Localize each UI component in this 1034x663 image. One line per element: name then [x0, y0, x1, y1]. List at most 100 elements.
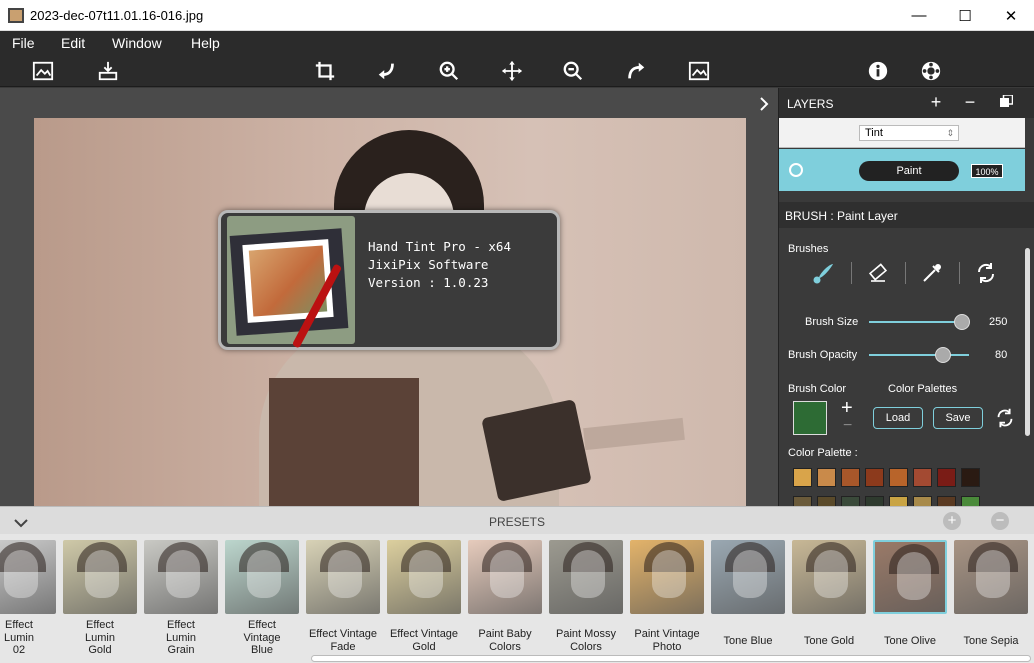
- presets-scrollbar[interactable]: [312, 656, 1030, 661]
- title-bar: 2023-dec-07t11.01.16-016.jpg — ☐ ✕: [0, 0, 1034, 31]
- preset-thumbnail[interactable]: [630, 540, 704, 614]
- layer-opacity[interactable]: 100%: [971, 164, 1003, 178]
- add-preset-button[interactable]: +: [943, 512, 961, 530]
- save-image-icon[interactable]: [95, 59, 121, 83]
- layer-visibility-radio[interactable]: [789, 163, 803, 177]
- app-logo: [227, 216, 355, 349]
- preset-label: Effect Vintage Gold: [389, 628, 459, 653]
- preset-thumbnail[interactable]: [873, 540, 947, 614]
- redo-icon[interactable]: [623, 59, 649, 83]
- brush-opacity-value: 80: [995, 349, 1008, 361]
- layer-row-paint[interactable]: Paint 100%: [779, 149, 1025, 191]
- preset-thumbnail[interactable]: [549, 540, 623, 614]
- palette-color-chip[interactable]: [913, 468, 932, 487]
- brushes-label: Brushes: [788, 243, 829, 255]
- preset-thumbnail[interactable]: [954, 540, 1028, 614]
- preset-thumbnail[interactable]: [468, 540, 542, 614]
- preset-thumbnail[interactable]: [711, 540, 785, 614]
- preset-item[interactable]: Effect Lumin Grain: [142, 540, 220, 658]
- color-palettes-label: Color Palettes: [888, 383, 958, 395]
- preset-item[interactable]: Paint Mossy Colors: [547, 540, 625, 658]
- brush-header-title: BRUSH : Paint Layer: [785, 209, 898, 223]
- collapse-panel-chevron-icon[interactable]: [754, 96, 774, 112]
- preset-item[interactable]: Tone Sepia: [952, 540, 1030, 658]
- compare-image-icon[interactable]: [686, 59, 712, 83]
- undo-icon[interactable]: [374, 59, 400, 83]
- preset-thumbnail[interactable]: [63, 540, 137, 614]
- menu-help[interactable]: Help: [191, 35, 220, 51]
- preset-item[interactable]: Effect Lumin Gold: [61, 540, 139, 658]
- brush-opacity-label: Brush Opacity: [788, 349, 858, 361]
- reset-brush-icon[interactable]: [973, 260, 999, 286]
- preset-thumbnail[interactable]: [387, 540, 461, 614]
- preset-thumbnail[interactable]: [225, 540, 299, 614]
- brush-size-knob[interactable]: [954, 314, 970, 330]
- palette-color-chip[interactable]: [817, 468, 836, 487]
- layers-header: LAYERS + −: [779, 88, 1034, 118]
- menu-edit[interactable]: Edit: [61, 35, 85, 51]
- brush-header: BRUSH : Paint Layer: [779, 202, 1034, 228]
- remove-preset-button[interactable]: −: [991, 512, 1009, 530]
- brush-opacity-knob[interactable]: [935, 347, 951, 363]
- remove-layer-button[interactable]: −: [961, 93, 979, 111]
- maximize-button[interactable]: ☐: [942, 0, 988, 31]
- preset-item[interactable]: Paint Baby Colors: [466, 540, 544, 658]
- add-layer-button[interactable]: +: [927, 93, 945, 111]
- preset-item[interactable]: Effect Vintage Gold: [385, 540, 463, 658]
- preset-label: Effect Lumin 02: [4, 619, 34, 656]
- preset-thumbnail[interactable]: [144, 540, 218, 614]
- brush-opacity-slider[interactable]: [869, 354, 969, 356]
- eyedropper-icon[interactable]: [919, 260, 945, 286]
- load-palette-button[interactable]: Load: [873, 407, 923, 429]
- layer-name[interactable]: Paint: [859, 161, 959, 181]
- preset-item[interactable]: Paint Vintage Photo: [628, 540, 706, 658]
- palette-color-chip[interactable]: [793, 468, 812, 487]
- open-image-icon[interactable]: [30, 59, 56, 83]
- info-icon[interactable]: [865, 59, 891, 83]
- preset-thumbnail[interactable]: [0, 540, 56, 614]
- panel-scrollbar[interactable]: [1025, 248, 1030, 436]
- zoom-out-icon[interactable]: [560, 59, 586, 83]
- brush-color-swatch[interactable]: [793, 401, 827, 435]
- preset-item[interactable]: Tone Blue: [709, 540, 787, 658]
- collapse-presets-chevron-icon[interactable]: [14, 515, 28, 528]
- layer-mode-select[interactable]: Tint ⇕: [859, 125, 959, 141]
- reset-palette-icon[interactable]: [993, 406, 1017, 430]
- preset-label: Tone Gold: [803, 635, 855, 647]
- presets-strip: Effect Lumin 02 Effect Lumin Gold Effect L…: [0, 534, 1034, 663]
- preset-label: Tone Olive: [884, 635, 936, 647]
- palette-color-chip[interactable]: [937, 468, 956, 487]
- preset-item[interactable]: Effect Vintage Fade: [304, 540, 382, 658]
- toolbar: [0, 55, 1034, 87]
- paint-brush-icon[interactable]: [811, 260, 837, 286]
- brush-size-label: Brush Size: [805, 316, 859, 328]
- palette-color-chip[interactable]: [889, 468, 908, 487]
- preset-item[interactable]: Effect Lumin 02: [0, 540, 58, 658]
- menu-file[interactable]: File: [12, 35, 35, 51]
- palette-color-chip[interactable]: [961, 468, 980, 487]
- eraser-icon[interactable]: [865, 260, 891, 286]
- preset-thumbnail[interactable]: [306, 540, 380, 614]
- crop-icon[interactable]: [312, 59, 338, 83]
- palette-color-chip[interactable]: [865, 468, 884, 487]
- palette-color-chip[interactable]: [841, 468, 860, 487]
- settings-icon[interactable]: [918, 59, 944, 83]
- duplicate-layer-icon[interactable]: [997, 93, 1015, 111]
- preset-item[interactable]: Tone Olive: [871, 540, 949, 658]
- pan-icon[interactable]: [499, 59, 525, 83]
- save-palette-button[interactable]: Save: [933, 407, 983, 429]
- about-version: Version : 1.0.23: [368, 275, 489, 290]
- zoom-in-icon[interactable]: [436, 59, 462, 83]
- layer-row-tint[interactable]: Tint ⇕: [779, 118, 1025, 148]
- minimize-button[interactable]: —: [896, 0, 942, 31]
- preset-thumbnail[interactable]: [792, 540, 866, 614]
- menu-window[interactable]: Window: [112, 35, 162, 51]
- preset-item[interactable]: Tone Gold: [790, 540, 868, 658]
- menu-bar: File Edit Window Help: [0, 31, 1034, 55]
- preset-item[interactable]: Effect Vintage Blue: [223, 540, 301, 658]
- close-button[interactable]: ✕: [988, 0, 1034, 31]
- remove-color-button[interactable]: −: [843, 417, 852, 435]
- color-palette-label: Color Palette :: [788, 447, 858, 459]
- photo-tag: [583, 417, 685, 451]
- about-dialog[interactable]: Hand Tint Pro - x64 JixiPix Software Ver…: [218, 210, 560, 350]
